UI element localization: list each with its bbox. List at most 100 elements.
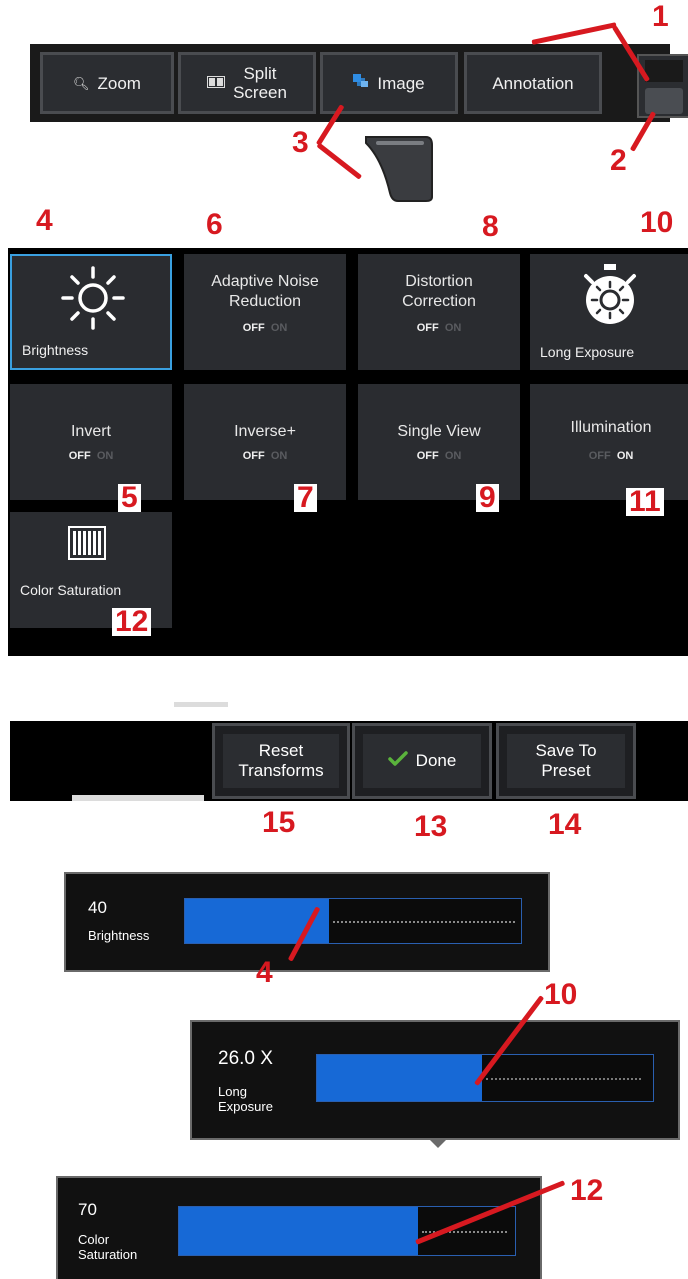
save-to-preset-label: Save To Preset [535,741,596,781]
long-exposure-slider-fill [317,1055,482,1101]
annotation-button[interactable]: Annotation [464,52,602,114]
callout-9: 9 [476,483,499,513]
action-bar-divider [72,795,204,801]
tile-adaptive-noise-reduction[interactable]: Adaptive Noise Reduction OFF ON [184,254,346,370]
callout-6: 6 [206,208,223,241]
zoom-button[interactable]: 🔍︎ Zoom [40,52,174,114]
reset-transforms-label: Reset Transforms [238,741,323,781]
callout-15: 15 [262,806,296,839]
long-exposure-pointer [428,1138,448,1148]
long-exposure-label-line1: Long [218,1084,247,1099]
distortion-toggle[interactable]: OFF ON [358,322,520,334]
anr-toggle[interactable]: OFF ON [184,322,346,334]
color-saturation-slider-panel: 70 Color Saturation [56,1176,542,1279]
brightness-slider-remaining [333,921,515,923]
split-screen-icon [207,74,226,93]
single-view-on: ON [444,450,462,462]
long-exposure-value: 26.0 X [218,1048,273,1069]
long-exposure-slider-remaining [485,1078,641,1080]
callout-8: 8 [482,210,499,243]
inverse-plus-toggle[interactable]: OFF ON [184,450,346,462]
action-bar: Reset Transforms Done Save To Preset [10,721,688,801]
image-settings-panel: Brightness Adaptive Noise Reduction OFF O… [8,248,688,656]
screen-toggle-button[interactable] [645,88,683,114]
action-bar-tab-indicator [174,702,228,707]
sun-icon [58,266,128,339]
reset-label-line2: Transforms [238,761,324,780]
save-to-preset-face: Save To Preset [507,734,625,788]
done-button[interactable]: Done [352,723,492,799]
color-saturation-label-line2: Saturation [78,1247,138,1262]
callout-4b: 4 [256,956,273,989]
callout-3-line-b [316,142,363,180]
tile-single-view[interactable]: Single View OFF ON [358,384,520,500]
screen-toggle-upper [645,60,683,82]
tile-long-exposure[interactable]: Long Exposure [530,254,688,370]
save-to-preset-button[interactable]: Save To Preset [496,723,636,799]
annotation-label: Annotation [492,73,574,93]
brightness-slider-label: Brightness [88,928,150,943]
distortion-off: OFF [416,322,439,334]
anr-label-line1: Adaptive Noise [211,273,319,290]
distortion-on: ON [444,322,462,334]
callout-1-line-a [531,22,617,45]
callout-10: 10 [640,206,674,239]
brightness-label: Brightness [22,342,89,358]
top-toolbar: 🔍︎ Zoom Split Screen Image Annotation [30,44,688,122]
split-label-line1: Split [243,64,277,83]
screen-toggle-control[interactable] [637,54,688,118]
zoom-icon: 🔍︎ [73,75,90,91]
long-exposure-label-line2: Exposure [218,1099,273,1114]
long-exposure-slider-panel: 26.0 X Long Exposure [190,1020,680,1148]
tile-illumination[interactable]: Illumination OFF ON [530,384,688,500]
color-saturation-slider-track[interactable] [178,1206,516,1256]
reset-transforms-button[interactable]: Reset Transforms [212,723,350,799]
inverse-plus-on: ON [270,450,288,462]
image-label: Image [377,73,425,93]
done-face: Done [363,734,481,788]
anr-label-line2: Reduction [228,293,302,310]
save-label-line1: Save To [535,741,597,760]
illumination-toggle[interactable]: OFF ON [530,450,688,462]
callout-11: 11 [626,487,664,517]
callout-12b: 12 [570,1174,604,1207]
color-saturation-slider-fill [179,1207,418,1255]
tile-distortion-correction[interactable]: Distortion Correction OFF ON [358,254,520,370]
callout-7: 7 [294,483,317,513]
callout-5: 5 [118,483,141,513]
callout-2: 2 [610,144,627,177]
reset-label-line1: Reset [258,741,304,760]
long-exposure-slider-track[interactable] [316,1054,654,1102]
callout-4: 4 [36,204,53,237]
illumination-off: OFF [588,450,611,462]
distortion-label: Distortion Correction [358,272,520,312]
tile-invert[interactable]: Invert OFF ON [10,384,172,500]
illumination-label: Illumination [570,419,652,436]
anr-on: ON [270,322,288,334]
callout-3: 3 [292,126,309,159]
invert-toggle[interactable]: OFF ON [10,450,172,462]
long-exposure-label: Long Exposure [540,344,635,360]
single-view-toggle[interactable]: OFF ON [358,450,520,462]
invert-label: Invert [70,423,111,440]
illumination-on: ON [616,450,634,462]
single-view-label: Single View [397,423,481,440]
callout-12: 12 [112,607,152,637]
save-label-line2: Preset [541,761,591,780]
split-screen-button[interactable]: Split Screen [178,52,316,114]
reset-transforms-face: Reset Transforms [223,734,339,788]
anr-off: OFF [242,322,265,334]
color-saturation-label: Color Saturation [20,582,122,598]
color-saturation-value: 70 [78,1200,97,1219]
menu-handle-icon[interactable] [362,133,434,203]
color-saturation-label-line1: Color [78,1232,110,1247]
tile-inverse-plus[interactable]: Inverse+ OFF ON [184,384,346,500]
inverse-plus-label: Inverse+ [234,423,296,440]
anr-label: Adaptive Noise Reduction [184,272,346,312]
callout-13: 13 [414,810,448,843]
invert-on: ON [96,450,114,462]
tile-brightness[interactable]: Brightness [10,254,172,370]
brightness-value: 40 [88,898,107,917]
brightness-slider-track[interactable] [184,898,522,944]
done-label: Done [415,751,457,770]
